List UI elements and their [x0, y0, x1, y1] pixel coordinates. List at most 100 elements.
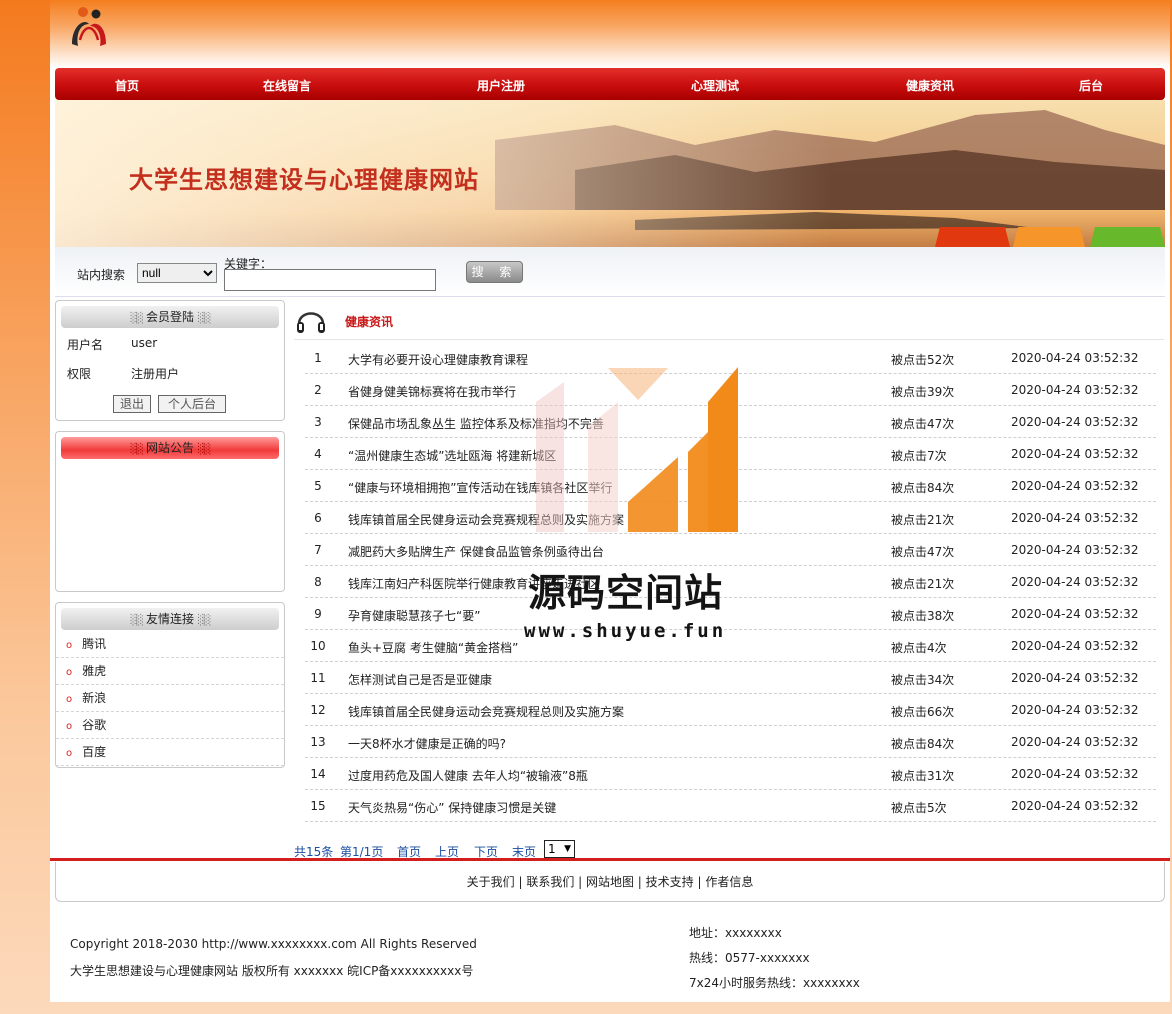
link-label: 腾讯: [82, 637, 107, 651]
article-date: 2020-04-24 03:52:32: [1011, 799, 1139, 813]
article-clicks: 被点击39次: [891, 385, 955, 399]
article-title[interactable]: 保健品市场乱象丛生 监控体系及标准指均不完善: [348, 415, 604, 432]
article-number: 5: [314, 479, 322, 493]
table-row[interactable]: 3 保健品市场乱象丛生 监控体系及标准指均不完善 被点击47次 2020-04-24 …: [305, 406, 1156, 438]
footer-nav[interactable]: 关于我们 | 联系我们 | 网站地图 | 技术支持 | 作者信息: [55, 862, 1165, 902]
page-select[interactable]: 1 ▼: [544, 840, 575, 858]
link-label: 新浪: [82, 691, 107, 705]
table-row[interactable]: 4 “温州健康生态城”选址瓯海 将建新城区 被点击7次 2020-04-24 03:5…: [305, 438, 1156, 470]
article-number: 8: [314, 575, 322, 589]
category-title: 健康资讯: [345, 315, 394, 329]
article-number: 15: [310, 799, 326, 813]
article-title[interactable]: “温州健康生态城”选址瓯海 将建新城区: [348, 447, 556, 464]
category-header: 健康资讯: [294, 300, 1164, 340]
icp-text: 大学生思想建设与心理健康网站 版权所有 xxxxxxx 皖ICP备xxxxxxx…: [70, 964, 474, 978]
table-row[interactable]: 12 钱库镇首届全民健身运动会竞赛规程总则及实施方案 被点击66次 2020-04-2…: [305, 694, 1156, 726]
keyword-input[interactable]: [224, 269, 436, 291]
article-date: 2020-04-24 03:52:32: [1011, 447, 1139, 461]
link-item[interactable]: o 腾讯: [56, 631, 284, 658]
table-row[interactable]: 1 大学有必要开设心理健康教育课程 被点击52次 2020-04-24 03:52:3…: [305, 342, 1156, 374]
nav-admin[interactable]: 后台: [1079, 77, 1103, 94]
article-title[interactable]: 一天8杯水才健康是正确的吗?: [348, 735, 506, 752]
article-clicks: 被点击47次: [891, 545, 955, 559]
service-text: 7x24小时服务热线：xxxxxxxx: [689, 976, 860, 990]
article-title[interactable]: 鱼头+豆腐 考生健脑“黄金搭档”: [348, 639, 518, 656]
table-row[interactable]: 15 天气炎热易“伤心” 保持健康习惯是关键 被点击5次 2020-04-24 03:…: [305, 790, 1156, 822]
table-row[interactable]: 13 一天8杯水才健康是正确的吗? 被点击84次 2020-04-24 03:52:3…: [305, 726, 1156, 758]
table-row[interactable]: 14 过度用药危及国人健康 去年人均“被输液”8瓶 被点击31次 2020-04-24…: [305, 758, 1156, 790]
search-category-select[interactable]: null: [137, 263, 217, 283]
site-title: 大学生思想建设与心理健康网站: [129, 165, 479, 194]
nav-register[interactable]: 用户注册: [477, 77, 525, 94]
article-title[interactable]: 钱库镇首届全民健身运动会竞赛规程总则及实施方案: [348, 703, 624, 720]
username-row: 用户名 user: [67, 336, 157, 353]
article-title[interactable]: 天气炎热易“伤心” 保持健康习惯是关键: [348, 799, 556, 816]
table-row[interactable]: 11 怎样测试自己是否是亚健康 被点击34次 2020-04-24 03:52:32: [305, 662, 1156, 694]
nav-home[interactable]: 首页: [115, 77, 139, 94]
link-item[interactable]: o 百度: [56, 739, 284, 766]
address-text: 地址：xxxxxxxx: [689, 926, 782, 940]
nav-message[interactable]: 在线留言: [263, 77, 311, 94]
article-date: 2020-04-24 03:52:32: [1011, 351, 1139, 365]
personal-center-button[interactable]: 个人后台: [158, 395, 226, 413]
article-title[interactable]: 怎样测试自己是否是亚健康: [348, 671, 492, 688]
role-value: 注册用户: [131, 367, 180, 381]
article-title[interactable]: 减肥药大多贴牌生产 保健食品监管条例亟待出台: [348, 543, 604, 560]
footer: Copyright 2018-2030 http://www.xxxxxxxx.…: [50, 905, 1170, 1002]
table-row[interactable]: 6 钱库镇首届全民健身运动会竞赛规程总则及实施方案 被点击21次 2020-04-24…: [305, 502, 1156, 534]
main-nav: 首页 在线留言 用户注册 心理测试 健康资讯 后台: [55, 68, 1165, 100]
article-date: 2020-04-24 03:52:32: [1011, 479, 1139, 493]
logout-button[interactable]: 退出: [113, 395, 151, 413]
notice-box-title: 网站公告: [61, 437, 279, 459]
hotline-text: 热线：0577-xxxxxxx: [689, 951, 810, 965]
article-title[interactable]: 过度用药危及国人健康 去年人均“被输液”8瓶: [348, 767, 588, 784]
table-row[interactable]: 9 孕育健康聪慧孩子七“要” 被点击38次 2020-04-24 03:52:32: [305, 598, 1156, 630]
article-clicks: 被点击4次: [891, 641, 947, 655]
article-clicks: 被点击52次: [891, 353, 955, 367]
article-title[interactable]: 省健身健美锦标赛将在我市举行: [348, 383, 516, 400]
link-label: 百度: [82, 745, 107, 759]
article-clicks: 被点击84次: [891, 737, 955, 751]
nav-psych-test[interactable]: 心理测试: [691, 77, 739, 94]
article-title[interactable]: 钱库镇首届全民健身运动会竞赛规程总则及实施方案: [348, 511, 624, 528]
username-label: 用户名: [67, 338, 104, 352]
chevron-down-icon: ▼: [564, 844, 571, 854]
role-row: 权限 注册用户: [67, 365, 179, 382]
table-row[interactable]: 10 鱼头+豆腐 考生健脑“黄金搭档” 被点击4次 2020-04-24 03:52:…: [305, 630, 1156, 662]
article-number: 3: [314, 415, 322, 429]
article-number: 1: [314, 351, 322, 365]
article-date: 2020-04-24 03:52:32: [1011, 703, 1139, 717]
table-row[interactable]: 7 减肥药大多贴牌生产 保健食品监管条例亟待出台 被点击47次 2020-04-24 …: [305, 534, 1156, 566]
article-title[interactable]: 钱库江南妇产科医院举行健康教育讲座走进社区: [348, 575, 600, 592]
article-title[interactable]: 大学有必要开设心理健康教育课程: [348, 351, 528, 368]
links-box-title: 友情连接: [61, 608, 279, 630]
article-date: 2020-04-24 03:52:32: [1011, 511, 1139, 525]
link-label: 雅虎: [82, 664, 107, 678]
table-row[interactable]: 8 钱库江南妇产科医院举行健康教育讲座走进社区 被点击21次 2020-04-24 0…: [305, 566, 1156, 598]
bullet-icon: o: [66, 694, 73, 705]
link-item[interactable]: o 雅虎: [56, 658, 284, 685]
article-number: 10: [310, 639, 326, 653]
article-number: 11: [310, 671, 326, 685]
article-title[interactable]: “健康与环境相拥抱”宣传活动在钱库镇各社区举行: [348, 479, 612, 496]
article-clicks: 被点击34次: [891, 673, 955, 687]
member-box-title: 会员登陆: [61, 306, 279, 328]
article-clicks: 被点击38次: [891, 609, 955, 623]
search-button[interactable]: 搜 索: [466, 261, 523, 283]
article-number: 7: [314, 543, 322, 557]
article-date: 2020-04-24 03:52:32: [1011, 543, 1139, 557]
article-clicks: 被点击66次: [891, 705, 955, 719]
article-clicks: 被点击21次: [891, 577, 955, 591]
table-row[interactable]: 5 “健康与环境相拥抱”宣传活动在钱库镇各社区举行 被点击84次 2020-04-24…: [305, 470, 1156, 502]
article-clicks: 被点击5次: [891, 801, 947, 815]
link-item[interactable]: o 新浪: [56, 685, 284, 712]
bullet-icon: o: [66, 640, 73, 651]
article-title[interactable]: 孕育健康聪慧孩子七“要”: [348, 607, 480, 624]
table-row[interactable]: 2 省健身健美锦标赛将在我市举行 被点击39次 2020-04-24 03:52:32: [305, 374, 1156, 406]
article-date: 2020-04-24 03:52:32: [1011, 639, 1139, 653]
role-label: 权限: [67, 367, 92, 381]
link-item[interactable]: o 谷歌: [56, 712, 284, 739]
page-select-value: 1: [548, 842, 556, 856]
article-clicks: 被点击84次: [891, 481, 955, 495]
nav-health-news[interactable]: 健康资讯: [906, 77, 954, 94]
